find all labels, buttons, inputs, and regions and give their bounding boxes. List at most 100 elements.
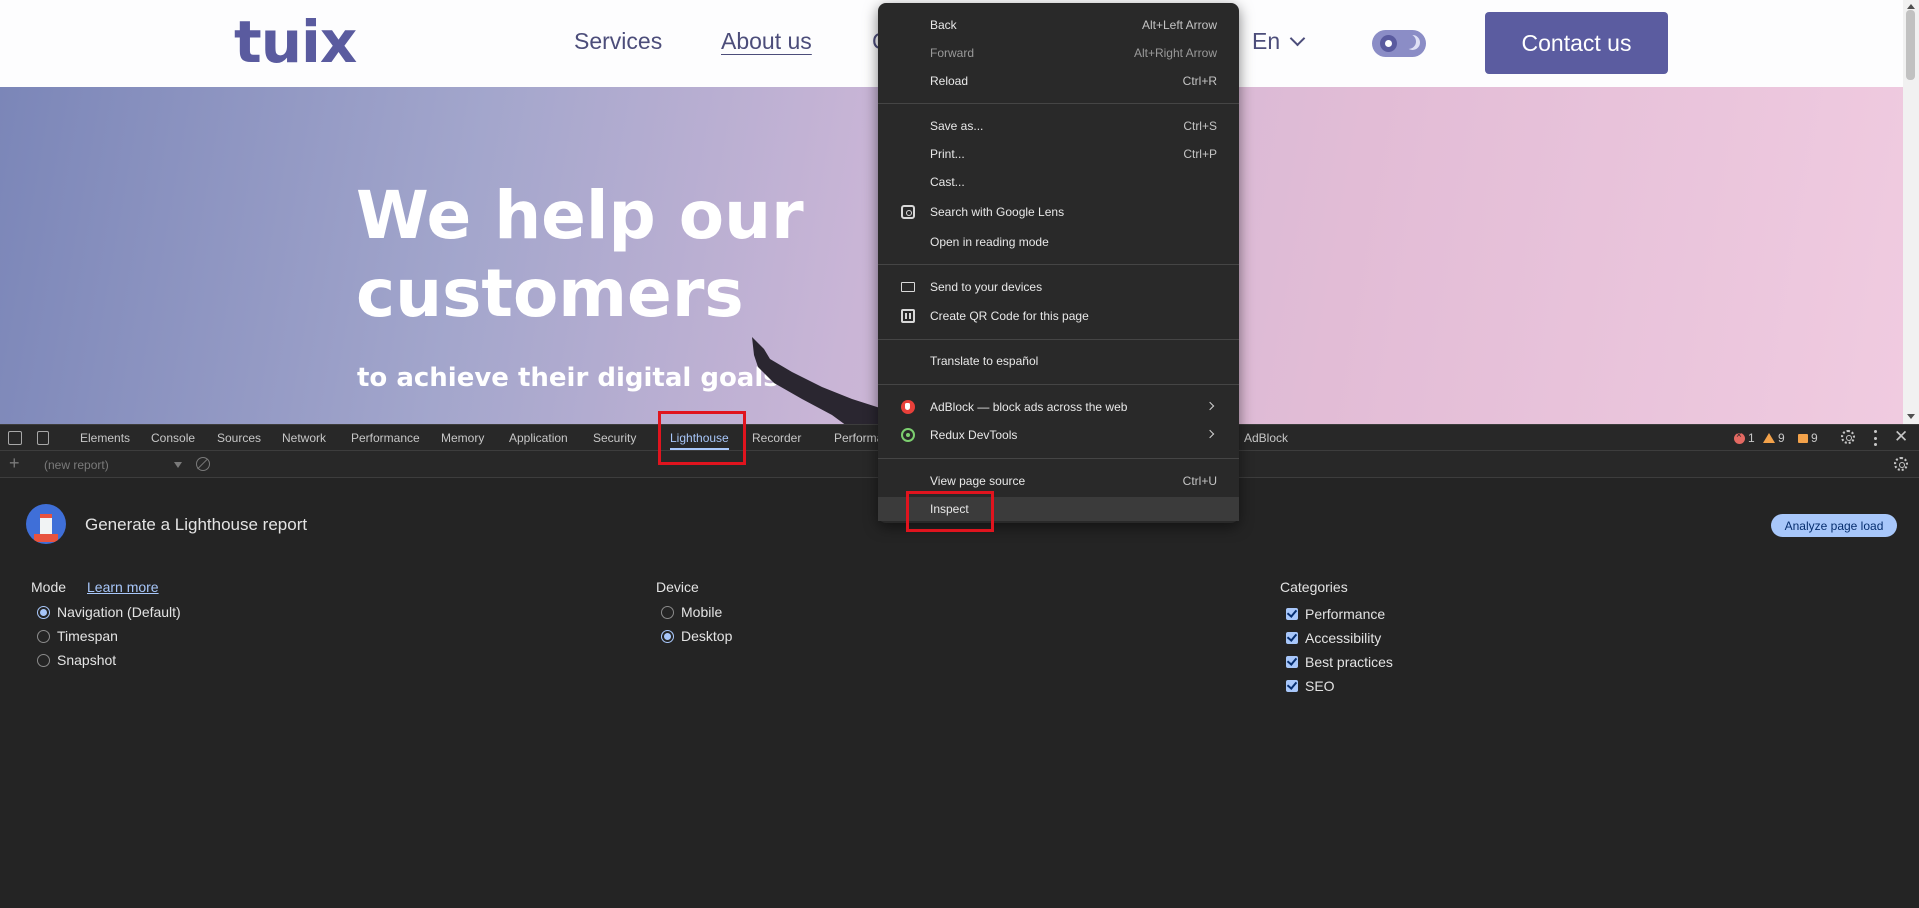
device-mobile-radio[interactable]: Mobile	[661, 604, 722, 620]
nav-about-us[interactable]: About us	[721, 28, 812, 55]
learn-more-link[interactable]: Learn more	[87, 579, 159, 595]
menu-item-shortcut: Alt+Right Arrow	[1133, 46, 1217, 60]
hero-subtitle: to achieve their digital goals	[357, 363, 779, 393]
menu-item-cast[interactable]: Cast...	[878, 170, 1239, 194]
menu-item-view-source[interactable]: View page source Ctrl+U	[878, 469, 1239, 493]
theme-toggle[interactable]	[1372, 30, 1426, 57]
context-menu: Back Alt+Left Arrow Forward Alt+Right Ar…	[878, 3, 1239, 523]
device-desktop-radio[interactable]: Desktop	[661, 628, 732, 644]
menu-item-forward[interactable]: Forward Alt+Right Arrow	[878, 41, 1239, 65]
checkbox-checked	[1286, 680, 1298, 692]
menu-item-label: Print...	[930, 147, 965, 161]
menu-divider	[878, 103, 1239, 104]
menu-item-label: Search with Google Lens	[930, 205, 1065, 219]
mode-snapshot-label: Snapshot	[57, 652, 117, 668]
radio-unselected	[37, 653, 50, 667]
menu-item-save-as[interactable]: Save as... Ctrl+S	[878, 114, 1239, 138]
new-report-plus-icon[interactable]: +	[9, 453, 20, 474]
tuix-logo[interactable]: tuix	[234, 8, 357, 76]
menu-item-send-to-devices[interactable]: Send to your devices	[878, 275, 1239, 299]
menu-item-shortcut: Ctrl+R	[1182, 74, 1217, 88]
menu-item-reading-mode[interactable]: Open in reading mode	[878, 230, 1239, 254]
category-best-practices-label: Best practices	[1305, 654, 1393, 670]
chevron-right-icon	[1205, 429, 1215, 439]
menu-item-google-lens[interactable]: Search with Google Lens	[878, 200, 1239, 224]
page-scrollbar-thumb[interactable]	[1906, 10, 1915, 80]
menu-item-redux-devtools[interactable]: Redux DevTools	[878, 423, 1239, 447]
menu-item-label: Open in reading mode	[930, 235, 1049, 249]
tab-lighthouse[interactable]: Lighthouse	[670, 431, 729, 450]
google-lens-icon	[901, 205, 915, 219]
radio-selected	[37, 605, 50, 619]
adblock-icon	[901, 400, 915, 414]
tab-recorder[interactable]: Recorder	[752, 431, 801, 445]
tab-security[interactable]: Security	[593, 431, 636, 445]
device-label: Device	[656, 579, 699, 595]
menu-item-adblock[interactable]: AdBlock — block ads across the web	[878, 395, 1239, 419]
nav-services[interactable]: Services	[574, 28, 662, 55]
scroll-down-icon[interactable]	[1907, 414, 1915, 419]
tab-memory[interactable]: Memory	[441, 431, 484, 445]
report-select[interactable]: (new report)	[44, 458, 182, 472]
inspect-element-icon[interactable]	[8, 431, 22, 445]
radio-selected	[661, 629, 674, 643]
category-accessibility-label: Accessibility	[1305, 630, 1382, 646]
tab-performance[interactable]: Performance	[351, 431, 420, 445]
clear-reports-icon[interactable]	[196, 457, 210, 471]
tab-sources[interactable]: Sources	[217, 431, 261, 445]
analyze-page-load-button[interactable]: Analyze page load	[1771, 514, 1897, 537]
radio-unselected	[661, 605, 674, 619]
issues-count: 9	[1811, 431, 1818, 445]
errors-badge[interactable]: 1	[1734, 430, 1755, 445]
menu-divider	[878, 458, 1239, 459]
report-select-value: (new report)	[44, 458, 109, 472]
category-seo-checkbox[interactable]: SEO	[1286, 678, 1335, 694]
lighthouse-logo-icon	[26, 504, 66, 544]
device-toolbar-icon[interactable]	[37, 431, 49, 445]
settings-gear-icon[interactable]	[1841, 430, 1855, 444]
warnings-count: 9	[1778, 431, 1785, 445]
issues-icon	[1798, 433, 1808, 443]
mode-snapshot-radio[interactable]: Snapshot	[37, 652, 116, 668]
menu-item-shortcut: Ctrl+U	[1182, 474, 1217, 488]
menu-item-inspect[interactable]: Inspect	[878, 497, 1239, 521]
language-selector[interactable]: En	[1252, 28, 1306, 55]
menu-divider	[878, 264, 1239, 265]
category-best-practices-checkbox[interactable]: Best practices	[1286, 654, 1393, 670]
device-desktop-label: Desktop	[681, 628, 733, 644]
category-accessibility-checkbox[interactable]: Accessibility	[1286, 630, 1381, 646]
tab-performance-insights[interactable]: Performa	[834, 431, 883, 445]
more-options-icon[interactable]	[1874, 430, 1878, 446]
issues-badge[interactable]: 9	[1798, 431, 1818, 445]
menu-item-print[interactable]: Print... Ctrl+P	[878, 142, 1239, 166]
menu-item-reload[interactable]: Reload Ctrl+R	[878, 69, 1239, 93]
menu-item-qr-code[interactable]: Create QR Code for this page	[878, 304, 1239, 328]
lighthouse-panel: Generate a Lighthouse report Analyze pag…	[0, 478, 1919, 908]
tab-network[interactable]: Network	[282, 431, 326, 445]
chevron-right-icon	[1205, 401, 1215, 411]
mode-navigation-radio[interactable]: Navigation (Default)	[37, 604, 181, 620]
mode-timespan-radio[interactable]: Timespan	[37, 628, 118, 644]
sun-icon	[1380, 35, 1397, 52]
lighthouse-title: Generate a Lighthouse report	[85, 515, 308, 534]
category-performance-checkbox[interactable]: Performance	[1286, 606, 1385, 622]
menu-item-back[interactable]: Back Alt+Left Arrow	[878, 13, 1239, 37]
tab-console[interactable]: Console	[151, 431, 195, 445]
chevron-down-icon	[1289, 30, 1306, 47]
lighthouse-settings-icon[interactable]	[1894, 457, 1908, 471]
moon-icon	[1405, 35, 1420, 50]
checkbox-checked	[1286, 608, 1298, 620]
tab-adblock[interactable]: AdBlock	[1244, 431, 1288, 445]
radio-unselected	[37, 629, 50, 643]
error-icon	[1734, 430, 1745, 444]
menu-item-label: View page source	[930, 474, 1026, 488]
scroll-up-icon[interactable]	[1907, 4, 1915, 9]
tab-application[interactable]: Application	[509, 431, 568, 445]
contact-us-button[interactable]: Contact us	[1485, 12, 1668, 74]
warnings-badge[interactable]: 9	[1763, 431, 1785, 445]
close-devtools-icon[interactable]: ✕	[1894, 427, 1908, 447]
menu-item-label: Cast...	[930, 175, 965, 189]
tab-elements[interactable]: Elements	[80, 431, 130, 445]
menu-divider	[878, 384, 1239, 385]
menu-item-translate[interactable]: Translate to español	[878, 349, 1239, 373]
